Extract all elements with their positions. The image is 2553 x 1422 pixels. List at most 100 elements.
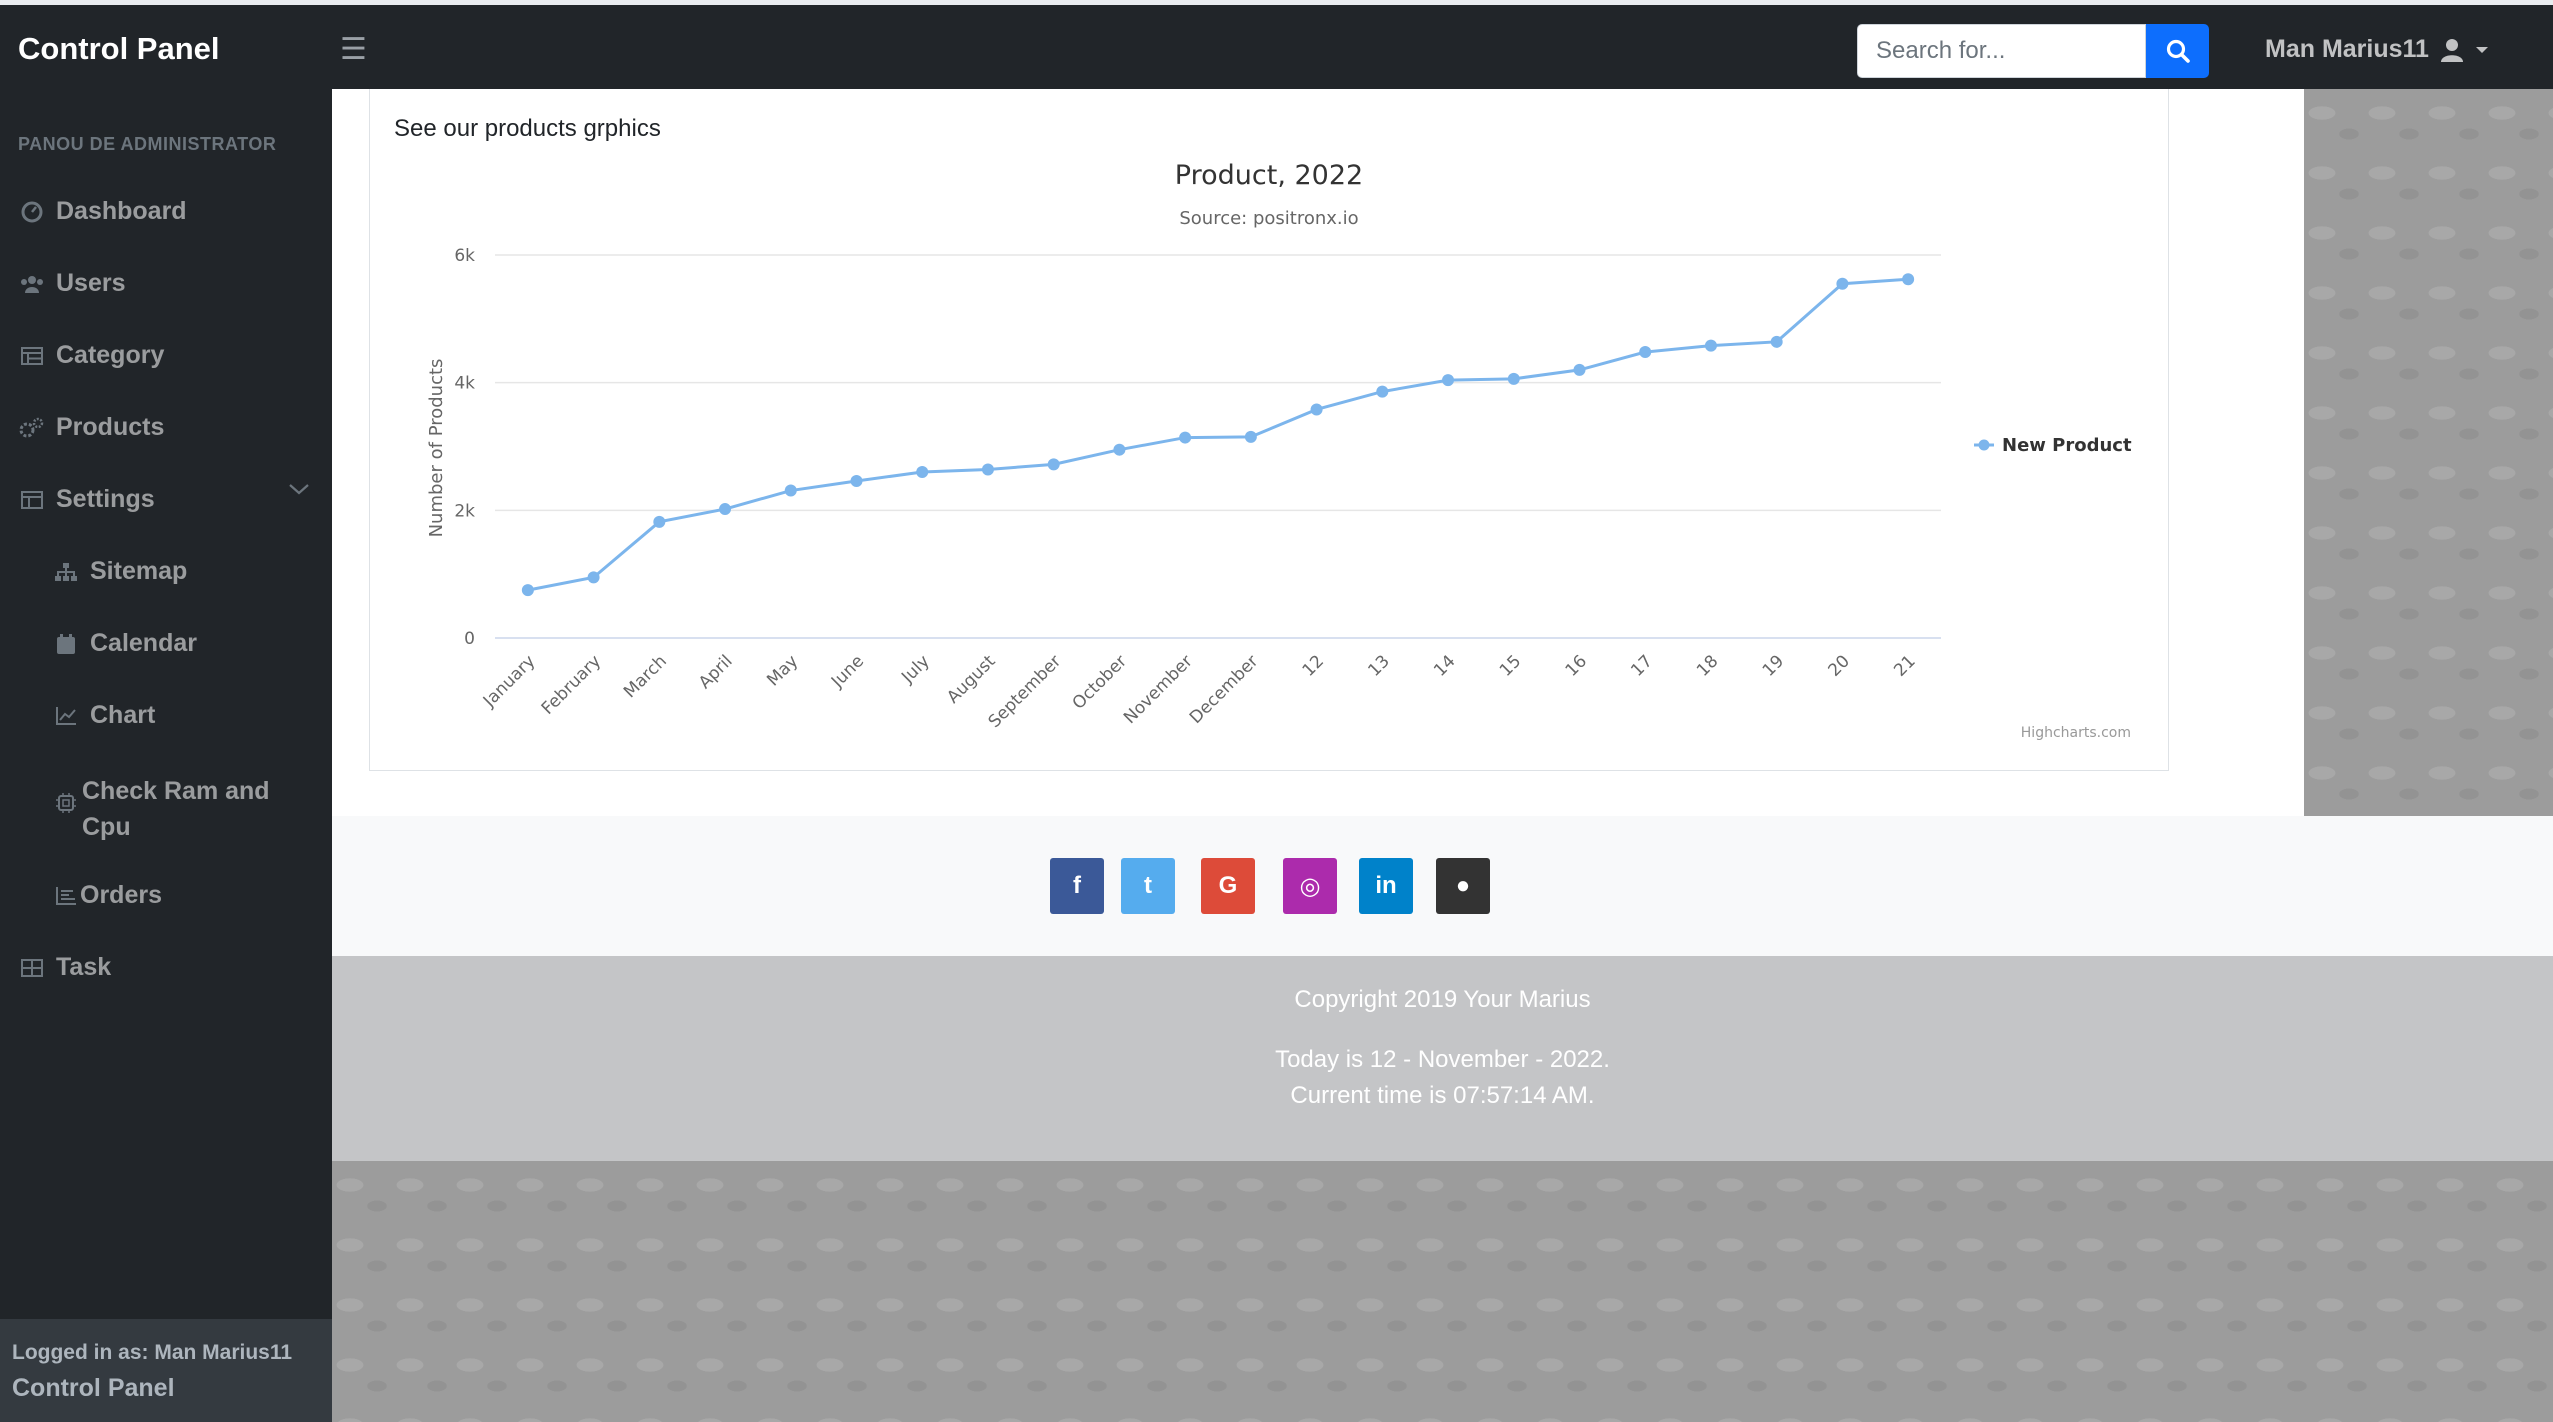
x-tick-label: 20 bbox=[1825, 651, 1854, 680]
data-point[interactable] bbox=[1179, 431, 1192, 444]
sidebar-item-label: Products bbox=[56, 413, 165, 441]
sidebar-item-label: Category bbox=[56, 341, 165, 369]
data-point[interactable] bbox=[1704, 339, 1717, 352]
x-tick-label: 15 bbox=[1496, 651, 1525, 680]
chevron-down-icon[interactable] bbox=[288, 482, 310, 501]
x-tick-label: 17 bbox=[1627, 651, 1656, 680]
x-tick-label: 18 bbox=[1693, 651, 1722, 680]
sidebar-item-label: Users bbox=[56, 269, 126, 297]
data-point[interactable] bbox=[916, 466, 929, 479]
x-tick-label: 12 bbox=[1299, 651, 1328, 680]
sidebar-footer-app: Control Panel bbox=[12, 1374, 175, 1402]
x-tick-label: May bbox=[763, 651, 802, 690]
today-date-text: Today is 12 - November - 2022. bbox=[1275, 1046, 1610, 1073]
data-point[interactable] bbox=[784, 484, 797, 497]
sidebar-item-settings[interactable]: Settings bbox=[18, 485, 155, 514]
sidebar-item-label: Settings bbox=[56, 485, 155, 513]
data-point[interactable] bbox=[1047, 458, 1060, 471]
x-tick-label: 19 bbox=[1759, 651, 1788, 680]
sidebar-item-orders[interactable]: Orders bbox=[52, 881, 162, 910]
facebook-icon: f bbox=[1073, 872, 1081, 899]
sidebar-item-sitemap[interactable]: Sitemap bbox=[52, 557, 187, 586]
google-button[interactable]: G bbox=[1201, 858, 1255, 914]
sidebar-item-category[interactable]: Category bbox=[18, 341, 164, 370]
twitter-icon: t bbox=[1144, 872, 1152, 899]
logged-in-label: Logged in as: Man Marius11 bbox=[12, 1341, 293, 1364]
chart-legend[interactable]: New Product bbox=[1974, 435, 2132, 456]
x-tick-label: 16 bbox=[1562, 651, 1591, 680]
twitter-button[interactable]: t bbox=[1121, 858, 1175, 914]
search-button[interactable] bbox=[2146, 24, 2209, 78]
y-tick-label: 0 bbox=[464, 629, 475, 649]
data-point[interactable] bbox=[1573, 363, 1586, 376]
sidebar-item-task[interactable]: Task bbox=[18, 953, 111, 982]
x-tick-label: 14 bbox=[1430, 651, 1459, 680]
sidebar-item-label: Calendar bbox=[90, 629, 197, 657]
data-point[interactable] bbox=[1639, 346, 1652, 359]
sitemap-icon bbox=[52, 558, 80, 586]
series-line bbox=[527, 277, 1909, 592]
card-title: See our products grphics bbox=[394, 115, 661, 142]
data-point[interactable] bbox=[1376, 385, 1389, 398]
y-tick-label: 4k bbox=[454, 374, 475, 394]
x-tick-label: July bbox=[897, 651, 933, 687]
sidebar-item-products[interactable]: Products bbox=[18, 413, 164, 442]
data-point[interactable] bbox=[1902, 273, 1915, 286]
sidebar-item-calendar[interactable]: Calendar bbox=[52, 629, 197, 658]
data-point[interactable] bbox=[1507, 372, 1520, 385]
x-tick-label: April bbox=[695, 651, 737, 693]
data-point[interactable] bbox=[587, 571, 600, 584]
x-tick-label: January bbox=[479, 651, 539, 711]
dashboard-icon bbox=[18, 198, 46, 226]
chart-subtitle: Source: positronx.io bbox=[1179, 208, 1358, 229]
user-dropdown[interactable]: Man Marius11 bbox=[2265, 35, 2489, 64]
data-point[interactable] bbox=[981, 463, 994, 476]
data-point[interactable] bbox=[719, 503, 732, 516]
instagram-button[interactable]: ◎ bbox=[1283, 858, 1337, 914]
brand-link[interactable]: Control Panel bbox=[18, 31, 220, 67]
product-line-chart: Product, 2022 Source: positronx.io 0 2k 4k… bbox=[426, 160, 2132, 741]
sidebar-toggle-icon[interactable]: ☰ bbox=[340, 32, 367, 67]
data-point[interactable] bbox=[1244, 430, 1257, 443]
x-tick-label: June bbox=[827, 651, 868, 692]
sidebar-item-users[interactable]: Users bbox=[18, 269, 126, 298]
copyright-text: Copyright 2019 Your Marius bbox=[1294, 986, 1591, 1013]
facebook-button[interactable]: f bbox=[1050, 858, 1104, 914]
data-point[interactable] bbox=[1770, 335, 1783, 348]
sidebar-heading: PANOU DE ADMINISTRATOR bbox=[18, 134, 277, 154]
x-tick-label: November bbox=[1120, 651, 1197, 728]
google-icon: G bbox=[1218, 872, 1238, 899]
data-point[interactable] bbox=[653, 515, 666, 528]
github-button[interactable]: ● bbox=[1436, 858, 1490, 914]
data-point[interactable] bbox=[1442, 374, 1455, 387]
sidebar-item-label: Chart bbox=[90, 701, 156, 729]
sidebar-item-dashboard[interactable]: Dashboard bbox=[18, 197, 187, 226]
x-tick-label: October bbox=[1069, 651, 1131, 713]
chart-title: Product, 2022 bbox=[1175, 160, 1363, 191]
x-tick-label: December bbox=[1186, 651, 1262, 727]
background-pattern bbox=[332, 1161, 2553, 1422]
y-tick-label: 2k bbox=[454, 501, 475, 521]
data-point[interactable] bbox=[850, 474, 863, 487]
data-point[interactable] bbox=[1310, 403, 1323, 416]
sidebar-item-label: Task bbox=[56, 953, 112, 981]
table-list-icon bbox=[18, 342, 46, 370]
sidebar-item-check-ram-cpu[interactable]: Check Ram and Cpu bbox=[52, 773, 292, 845]
sidebar-item-label: Orders bbox=[80, 881, 162, 909]
x-tick-label: 13 bbox=[1364, 651, 1393, 680]
sidebar-item-label: Sitemap bbox=[90, 557, 188, 585]
linkedin-button[interactable]: in bbox=[1359, 858, 1413, 914]
data-point[interactable] bbox=[1836, 277, 1849, 290]
sidebar-item-chart[interactable]: Chart bbox=[52, 701, 155, 730]
x-tick-label: 21 bbox=[1890, 651, 1919, 680]
top-navbar: Control Panel ☰ Man Marius11 bbox=[0, 0, 2553, 89]
sidebar-footer: Logged in as: Man Marius11 Control Panel bbox=[0, 1319, 332, 1422]
search-input[interactable] bbox=[1857, 24, 2146, 78]
legend-label[interactable]: New Product bbox=[2002, 435, 2132, 456]
user-name: Man Marius11 bbox=[2265, 35, 2429, 63]
data-point[interactable] bbox=[1113, 443, 1126, 456]
current-time-text: Current time is 07:57:14 AM. bbox=[1290, 1082, 1595, 1109]
sidebar-item-label: Dashboard bbox=[56, 197, 187, 225]
data-point[interactable] bbox=[521, 584, 534, 597]
chart-credits[interactable]: Highcharts.com bbox=[2021, 725, 2131, 741]
